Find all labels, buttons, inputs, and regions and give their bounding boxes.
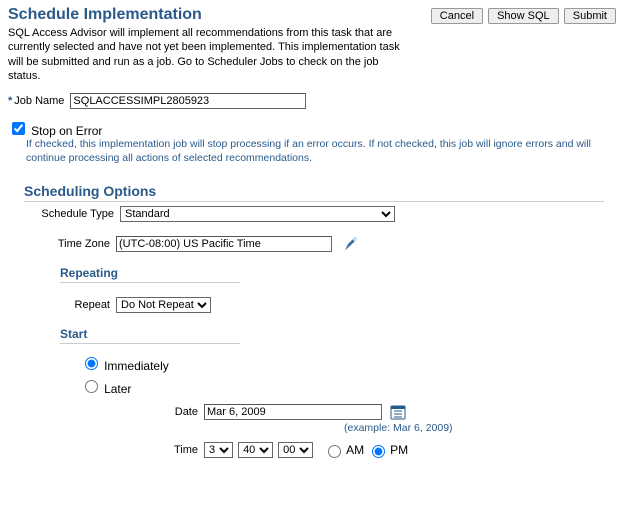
start-later-row: Later [80,377,616,396]
pm-label: PM [390,443,408,457]
date-label: Date [148,406,198,418]
scheduling-options-title: Scheduling Options [24,183,604,202]
required-marker: * [8,95,12,107]
repeating-title: Repeating [60,266,240,283]
date-row: Date [148,404,616,420]
time-minute-select[interactable]: 40 [238,442,273,458]
date-example: (example: Mar 6, 2009) [344,422,616,434]
repeat-label: Repeat [60,299,110,311]
cancel-button[interactable]: Cancel [431,8,483,24]
job-name-label: Job Name [14,95,64,107]
action-buttons: Cancel Show SQL Submit [429,4,616,24]
show-sql-button[interactable]: Show SQL [488,8,559,24]
intro-text: SQL Access Advisor will implement all re… [8,26,408,83]
start-later-radio[interactable] [85,380,98,393]
time-hour-select[interactable]: 3 [204,442,233,458]
time-row: Time 3 40 00 AM PM [148,442,616,458]
pm-radio[interactable] [372,445,385,458]
time-zone-row: Time Zone [44,236,616,252]
stop-on-error-row: Stop on Error If checked, this implement… [8,119,616,165]
schedule-type-label: Schedule Type [24,208,114,220]
repeat-select[interactable]: Do Not Repeat [116,297,211,313]
stop-on-error-label: Stop on Error [31,124,102,138]
repeat-row: Repeat Do Not Repeat [60,297,616,313]
am-radio[interactable] [328,445,341,458]
date-input[interactable] [204,404,382,420]
start-title: Start [60,327,240,344]
time-zone-input[interactable] [116,236,332,252]
stop-on-error-help: If checked, this implementation job will… [26,138,616,165]
schedule-type-select[interactable]: Standard [120,206,395,222]
stop-on-error-checkbox[interactable] [12,122,25,135]
job-name-row: * Job Name [8,93,616,109]
start-immediately-radio[interactable] [85,357,98,370]
start-later-label: Later [104,382,131,396]
calendar-icon[interactable] [390,404,406,420]
time-zone-label: Time Zone [44,238,110,250]
job-name-input[interactable] [70,93,306,109]
time-label: Time [148,444,198,456]
submit-button[interactable]: Submit [564,8,616,24]
am-label: AM [346,443,364,457]
start-immediately-row: Immediately [80,354,616,373]
schedule-type-row: Schedule Type Standard [24,206,616,222]
start-immediately-label: Immediately [104,359,169,373]
time-second-select[interactable]: 00 [278,442,313,458]
flashlight-icon[interactable] [342,236,358,252]
page-title: Schedule Implementation [8,6,408,24]
